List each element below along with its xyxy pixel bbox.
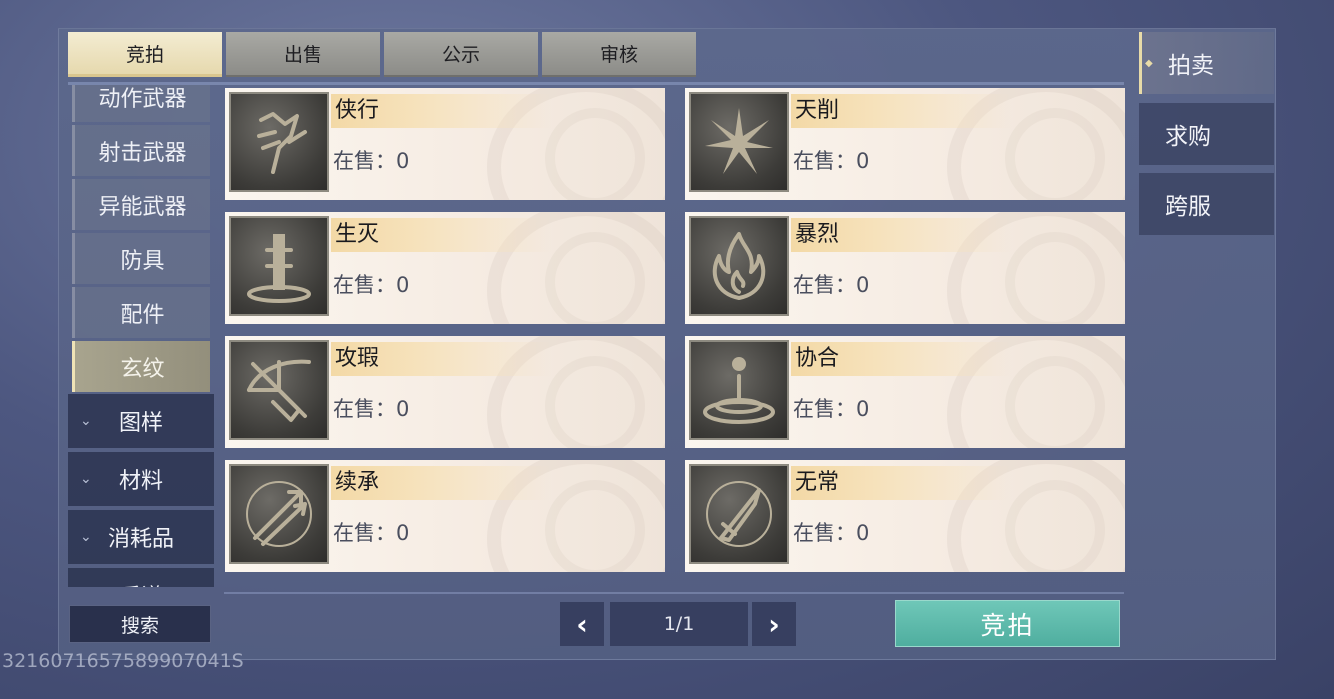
category-group-label: 材料 [118,469,163,494]
chevron-down-icon: ⌄ [80,471,92,487]
stock-count: 0 [856,521,870,545]
stock-prefix: 在售： [793,273,856,297]
stock-count: 0 [396,521,410,545]
item-name: 暴烈 [795,222,840,247]
arrows-circle-icon [229,464,329,564]
item-card[interactable]: 协合 在售：0 [685,336,1125,448]
side-tab-label: 拍卖 [1168,53,1214,79]
stock-prefix: 在售： [333,521,396,545]
item-stock: 在售：0 [793,517,869,547]
card-pattern [1005,232,1105,324]
category-group-patterns[interactable]: ⌄ 图样 [68,394,214,448]
card-pattern [1005,480,1105,572]
prev-page-button[interactable]: ‹ [560,602,604,646]
card-pattern [1005,356,1105,448]
item-card[interactable]: 生灭 在售：0 [225,212,665,324]
tab-review[interactable]: 审核 [542,32,696,77]
card-pattern [545,108,645,200]
top-tabs: 竞拍 出售 公示 审核 [68,32,696,77]
starburst-icon [689,92,789,192]
stock-count: 0 [856,149,870,173]
category-item-armor[interactable]: 防具 [72,233,210,284]
item-card[interactable]: 攻瑕 在售：0 [225,336,665,448]
stock-count: 0 [856,397,870,421]
category-group-consumables[interactable]: ⌄ 消耗品 [68,510,214,564]
stock-count: 0 [396,397,410,421]
tab-divider [68,82,1124,85]
category-list[interactable]: 动作武器 射击武器 异能武器 防具 配件 玄纹 ⌄ 图样 ⌄ 材料 ⌄ 消耗品 … [68,85,214,587]
card-pattern [545,480,645,572]
tab-sell[interactable]: 出售 [226,32,380,77]
side-tab-label: 求购 [1165,124,1211,150]
category-item-xuanwen[interactable]: 玄纹 [72,341,210,392]
item-stock: 在售：0 [793,393,869,423]
tab-bid[interactable]: 竞拍 [68,32,222,77]
card-pattern [1005,108,1105,200]
item-name: 续承 [335,470,380,495]
stock-prefix: 在售： [793,521,856,545]
category-item-psionic[interactable]: 异能武器 [72,179,210,230]
item-card[interactable]: 侠行 在售：0 [225,88,665,200]
flame-icon [689,216,789,316]
chevron-right-icon: › [768,607,780,641]
stock-count: 0 [396,273,410,297]
card-pattern [545,356,645,448]
stock-prefix: 在售： [793,149,856,173]
next-page-button[interactable]: › [752,602,796,646]
water-drop-icon [689,340,789,440]
category-group-scores[interactable]: ⌄ 乐谱 [68,568,214,587]
item-name: 协合 [795,346,840,371]
category-group-label: 图样 [118,411,163,436]
item-stock: 在售：0 [793,145,869,175]
crossbow-icon [229,340,329,440]
category-item-accessory[interactable]: 配件 [72,287,210,338]
page-indicator: 1/1 [610,602,748,646]
bid-button[interactable]: 竞拍 [895,600,1120,647]
wing-fist-icon [229,92,329,192]
item-card[interactable]: 无常 在售：0 [685,460,1125,572]
card-pattern [545,232,645,324]
item-stock: 在售：0 [333,269,409,299]
chevron-down-icon: ⌄ [80,529,92,545]
stock-prefix: 在售： [333,149,396,173]
diamond-icon: ◆ [1145,57,1153,69]
stock-prefix: 在售： [793,397,856,421]
stock-count: 0 [856,273,870,297]
category-group-label: 乐谱 [119,579,163,587]
item-card[interactable]: 续承 在售：0 [225,460,665,572]
item-card[interactable]: 暴烈 在售：0 [685,212,1125,324]
item-stock: 在售：0 [333,393,409,423]
side-tab-wanted[interactable]: 求购 [1139,103,1274,165]
user-id-watermark: 3216071657589907041S [2,650,244,672]
item-card[interactable]: 天削 在售：0 [685,88,1125,200]
bottom-divider [224,592,1124,594]
category-item-melee[interactable]: 动作武器 [72,85,210,122]
category-group-materials[interactable]: ⌄ 材料 [68,452,214,506]
category-item-shooting[interactable]: 射击武器 [72,125,210,176]
item-name: 天削 [795,98,840,123]
item-name: 攻瑕 [335,346,380,371]
item-name: 生灭 [335,222,380,247]
chevron-left-icon: ‹ [576,607,588,641]
tab-public[interactable]: 公示 [384,32,538,77]
category-group-label: 消耗品 [107,527,174,552]
search-button[interactable]: 搜索 [69,605,211,643]
stock-count: 0 [396,149,410,173]
side-tab-label: 跨服 [1165,194,1211,220]
sword-circle-icon [689,464,789,564]
stock-prefix: 在售： [333,397,396,421]
totem-pillar-icon [229,216,329,316]
item-name: 无常 [795,470,840,495]
item-stock: 在售：0 [333,517,409,547]
side-tab-auction[interactable]: ◆ 拍卖 [1139,32,1274,94]
item-stock: 在售：0 [333,145,409,175]
item-name: 侠行 [335,98,380,123]
side-tab-cross-server[interactable]: 跨服 [1139,173,1274,235]
item-stock: 在售：0 [793,269,869,299]
chevron-down-icon: ⌄ [80,413,92,429]
stock-prefix: 在售： [333,273,396,297]
